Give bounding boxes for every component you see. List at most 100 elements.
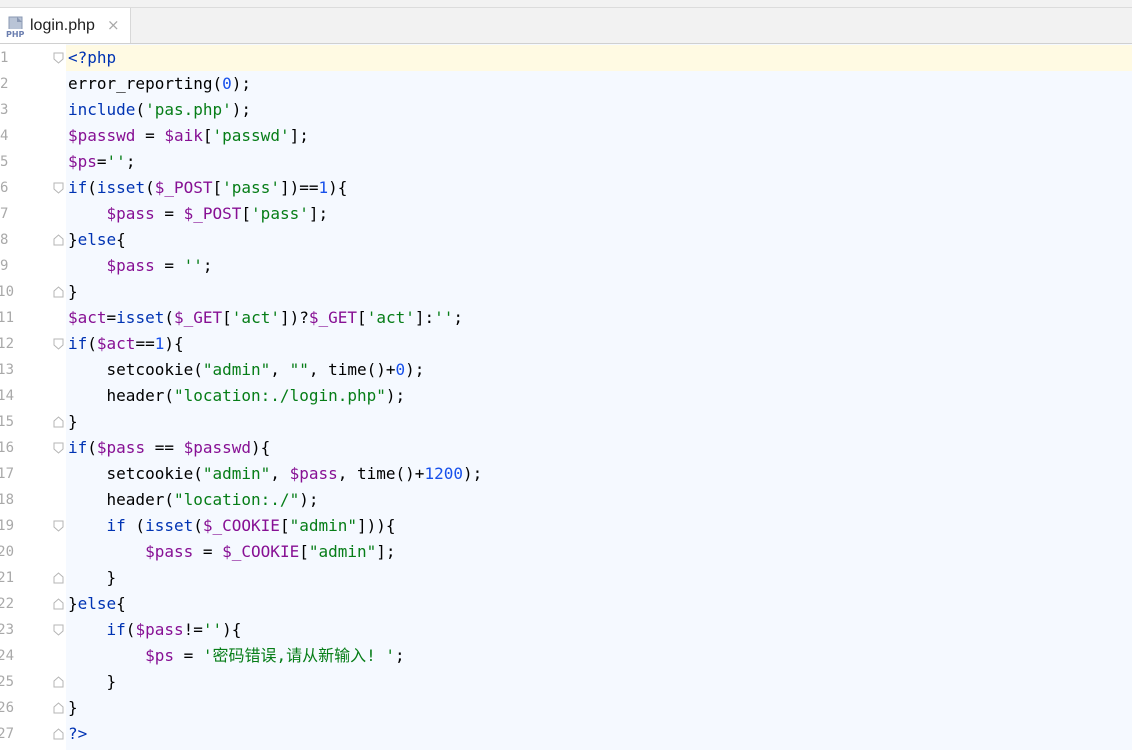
code-text: } [68, 698, 78, 717]
tab-login-php[interactable]: PHP login.php × [0, 8, 131, 43]
code-line[interactable]: 13 setcookie("admin", "", time()+0); [0, 357, 1132, 383]
current-line-highlight [66, 45, 1132, 71]
code-line[interactable]: 8 }else{ [0, 227, 1132, 253]
line-number: 26 [0, 700, 14, 716]
code-line[interactable]: 10} [0, 279, 1132, 305]
line-number: 27 [0, 726, 14, 742]
line-number: 12 [0, 336, 14, 352]
code-text: if (isset($_COOKIE["admin"])){ [106, 516, 396, 535]
line-number: 19 [0, 518, 14, 534]
line-number: 20 [0, 544, 14, 560]
tab-label: login.php [30, 17, 95, 34]
code-text: } [68, 568, 117, 587]
line-number: 11 [0, 310, 14, 326]
code-text: if($pass!=''){ [106, 620, 242, 639]
fold-start-icon[interactable] [53, 182, 64, 194]
code-line[interactable]: 17 setcookie("admin", $pass, time()+1200… [0, 461, 1132, 487]
line-number: 9 [0, 258, 9, 274]
code-text: $passwd = $aik['passwd']; [68, 126, 309, 145]
code-line[interactable]: 16 if($pass == $passwd){ [0, 435, 1132, 461]
line-number: 7 [0, 206, 9, 222]
line-number: 21 [0, 570, 14, 586]
editor-tab-bar: PHP login.php × [0, 8, 1132, 44]
code-text: $pass = ''; [106, 256, 213, 275]
code-line[interactable]: 7 $pass = $_POST['pass']; [0, 201, 1132, 227]
code-text: ?> [68, 724, 88, 743]
code-text: header("location:./login.php"); [106, 386, 406, 405]
window-top-strip [0, 0, 1132, 8]
code-text: } [68, 412, 78, 431]
code-line[interactable]: 22}else{ [0, 591, 1132, 617]
code-line[interactable]: 15} [0, 409, 1132, 435]
line-number: 8 [0, 232, 9, 248]
line-number: 24 [0, 648, 14, 664]
code-line[interactable]: 2 error_reporting(0); [0, 71, 1132, 97]
line-number: 4 [0, 128, 9, 144]
line-number: 5 [0, 154, 9, 170]
php-file-icon: PHP [6, 16, 26, 38]
code-line[interactable]: 11 $act=isset($_GET['act'])?$_GET['act']:… [0, 305, 1132, 331]
line-number: 15 [0, 414, 14, 430]
code-text: } [68, 282, 78, 301]
code-line[interactable]: 5 $ps=''; [0, 149, 1132, 175]
code-text: if($act==1){ [68, 334, 184, 353]
line-number: 17 [0, 466, 14, 482]
code-line[interactable]: 18 header("location:./"); [0, 487, 1132, 513]
fold-end-icon[interactable] [53, 416, 64, 428]
code-text: $pass = $_POST['pass']; [106, 204, 329, 223]
code-text: $ps = '密码错误,请从新输入! '; [145, 646, 405, 665]
fold-start-icon[interactable] [53, 338, 64, 350]
line-number: 6 [0, 180, 9, 196]
fold-end-icon[interactable] [53, 702, 64, 714]
fold-end-icon[interactable] [53, 234, 64, 246]
code-line[interactable]: 9 $pass = ''; [0, 253, 1132, 279]
code-line[interactable]: 25 } [0, 669, 1132, 695]
code-line[interactable]: 20 $pass = $_COOKIE["admin"]; [0, 539, 1132, 565]
code-text: if($pass == $passwd){ [68, 438, 271, 457]
line-number: 3 [0, 102, 9, 118]
fold-end-icon[interactable] [53, 676, 64, 688]
fold-start-icon[interactable] [53, 520, 64, 532]
code-text: setcookie("admin", $pass, time()+1200); [106, 464, 483, 483]
code-text: }else{ [68, 594, 126, 613]
code-line[interactable]: 14 header("location:./login.php"); [0, 383, 1132, 409]
close-icon[interactable]: × [107, 16, 120, 34]
code-line[interactable]: 26} [0, 695, 1132, 721]
fold-start-icon[interactable] [53, 442, 64, 454]
code-line[interactable]: 6 if(isset($_POST['pass'])==1){ [0, 175, 1132, 201]
line-number: 10 [0, 284, 14, 300]
line-number: 1 [0, 50, 9, 66]
fold-start-icon[interactable] [53, 52, 64, 64]
code-text: if(isset($_POST['pass'])==1){ [68, 178, 348, 197]
code-line[interactable]: 27 ?> [0, 721, 1132, 747]
svg-text:PHP: PHP [6, 30, 25, 38]
fold-start-icon[interactable] [53, 624, 64, 636]
code-text: setcookie("admin", "", time()+0); [106, 360, 425, 379]
line-number: 23 [0, 622, 14, 638]
fold-end-icon[interactable] [53, 598, 64, 610]
code-text: error_reporting(0); [68, 74, 252, 93]
code-text: include('pas.php'); [68, 100, 252, 119]
code-text: header("location:./"); [106, 490, 319, 509]
code-text: $pass = $_COOKIE["admin"]; [145, 542, 396, 561]
code-line[interactable]: 12 if($act==1){ [0, 331, 1132, 357]
fold-end-icon[interactable] [53, 286, 64, 298]
code-text: <?php [68, 48, 117, 67]
code-line[interactable]: 19 if (isset($_COOKIE["admin"])){ [0, 513, 1132, 539]
code-line[interactable]: 4 $passwd = $aik['passwd']; [0, 123, 1132, 149]
code-text: $ps=''; [68, 152, 136, 171]
code-line[interactable]: 24 $ps = '密码错误,请从新输入! '; [0, 643, 1132, 669]
code-text: $act=isset($_GET['act'])?$_GET['act']:''… [68, 308, 464, 327]
fold-end-icon[interactable] [53, 728, 64, 740]
line-number: 16 [0, 440, 14, 456]
code-text: } [68, 672, 117, 691]
code-line[interactable]: 1 <?php [0, 45, 1132, 71]
code-line[interactable]: 21 } [0, 565, 1132, 591]
line-number: 13 [0, 362, 14, 378]
fold-end-icon[interactable] [53, 572, 64, 584]
code-line[interactable]: 3 include('pas.php'); [0, 97, 1132, 123]
line-number: 18 [0, 492, 14, 508]
code-line[interactable]: 23 if($pass!=''){ [0, 617, 1132, 643]
code-text: }else{ [68, 230, 126, 249]
code-editor[interactable]: 1 <?php 2 error_reporting(0); 3 include('pas.… [0, 44, 1132, 750]
